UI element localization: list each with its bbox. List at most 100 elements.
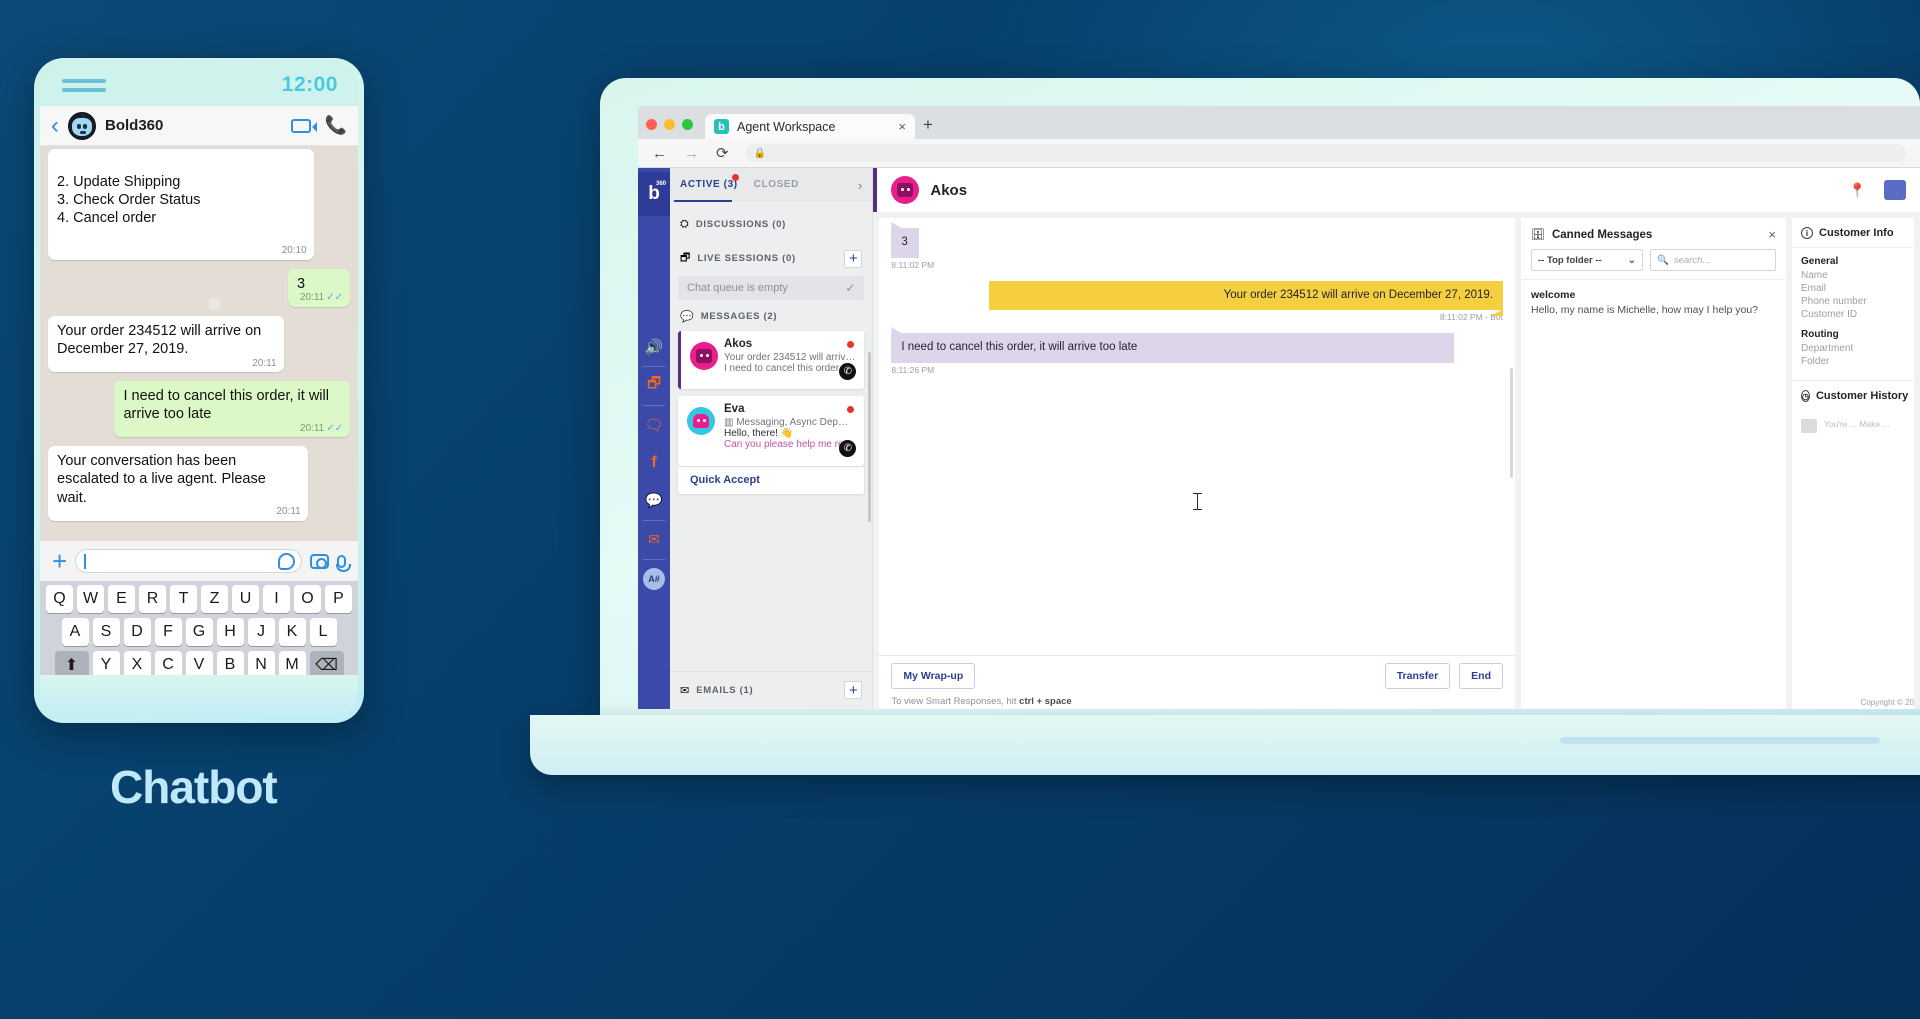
bubble-time: 20:11 ✓✓ bbox=[299, 422, 343, 434]
message-input[interactable] bbox=[75, 549, 302, 573]
message-time: 8:11:02 PM bbox=[891, 259, 935, 270]
key[interactable]: Z bbox=[201, 585, 228, 613]
microphone-icon[interactable] bbox=[336, 554, 351, 572]
forward-icon[interactable]: → bbox=[684, 145, 699, 162]
browser-tab[interactable]: b Agent Workspace × bbox=[705, 114, 915, 139]
key[interactable]: E bbox=[108, 585, 135, 613]
key[interactable]: U bbox=[232, 585, 259, 613]
key[interactable]: S bbox=[92, 618, 120, 646]
bubble-text: Your conversation has been escalated to … bbox=[57, 453, 266, 506]
close-icon[interactable]: × bbox=[1768, 227, 1776, 242]
sticker-icon[interactable] bbox=[278, 552, 295, 570]
pin-icon[interactable]: 📍 bbox=[1849, 182, 1866, 199]
close-window-button[interactable] bbox=[646, 119, 657, 130]
list-item[interactable]: Akos Your order 234512 will arriv… I nee… bbox=[678, 331, 865, 389]
chat-header: ‹ Bold360 📞 bbox=[40, 106, 358, 146]
message-composer: + bbox=[40, 541, 358, 581]
chevron-down-icon: ⌄ bbox=[1627, 254, 1636, 266]
chat-invite-icon[interactable]: 🗨 bbox=[638, 406, 670, 444]
info-icon: i bbox=[1801, 227, 1813, 239]
new-tab-button[interactable]: + bbox=[923, 115, 933, 139]
customer-info-header[interactable]: i Customer Info bbox=[1792, 218, 1914, 248]
video-call-icon[interactable] bbox=[290, 118, 317, 133]
section-live-sessions[interactable]: 🗗 LIVE SESSIONS (0) + bbox=[678, 239, 864, 276]
list-item[interactable]: Eva ▥ Messaging, Async Dep… Hello, there… bbox=[678, 396, 865, 466]
canned-title: welcome bbox=[1531, 289, 1576, 301]
chat-windows-icon[interactable]: 🗗 bbox=[638, 367, 670, 405]
section-discussions[interactable]: ⛭ DISCUSSIONS (0) bbox=[678, 208, 864, 239]
close-icon[interactable]: × bbox=[898, 119, 906, 134]
phone-mockup: 12:00 ‹ Bold360 📞 2. Update Shipping 3. … bbox=[34, 58, 364, 723]
key[interactable]: Q bbox=[46, 585, 73, 613]
discussions-icon: ⛭ bbox=[680, 218, 689, 230]
hamburger-icon[interactable] bbox=[62, 74, 106, 97]
back-chevron-icon[interactable]: ‹ bbox=[51, 113, 59, 138]
history-note-text: You're ... Make ... bbox=[1824, 419, 1890, 429]
key[interactable]: K bbox=[278, 618, 306, 646]
conversation-department: ▥ Messaging, Async Dep… bbox=[724, 417, 848, 428]
add-email-button[interactable]: + bbox=[844, 681, 863, 699]
scrollbar[interactable] bbox=[1510, 368, 1513, 478]
key[interactable]: A bbox=[61, 618, 89, 646]
transfer-button[interactable]: Transfer bbox=[1384, 663, 1451, 689]
notes-icon[interactable] bbox=[1884, 180, 1906, 200]
bubble-time: 20:11 ✓✓ bbox=[299, 292, 343, 304]
end-button[interactable]: End bbox=[1459, 663, 1503, 689]
reload-icon[interactable]: ⟳ bbox=[716, 144, 729, 162]
camera-icon[interactable] bbox=[310, 553, 329, 569]
live-sessions-icon: 🗗 bbox=[680, 252, 691, 264]
address-bar[interactable]: 🔒 bbox=[745, 144, 1906, 162]
key[interactable]: H bbox=[216, 618, 244, 646]
avatar bbox=[687, 407, 715, 435]
tab-active[interactable]: ACTIVE (3) bbox=[680, 179, 738, 192]
laptop-mockup: b Agent Workspace × + ← → ⟳ 🔒 b 360 🔊 🗗 … bbox=[530, 78, 1920, 775]
tab-closed[interactable]: CLOSED bbox=[754, 179, 799, 192]
speaker-icon[interactable]: 🔊 bbox=[638, 328, 670, 366]
minimize-window-button[interactable] bbox=[664, 119, 675, 130]
key[interactable]: J bbox=[247, 618, 275, 646]
scrollbar[interactable] bbox=[868, 352, 872, 522]
quick-accept-button[interactable]: Quick Accept bbox=[678, 466, 865, 494]
maximize-window-button[interactable] bbox=[682, 119, 693, 130]
key[interactable]: D bbox=[123, 618, 151, 646]
conversation-header: Akos 📍 bbox=[873, 168, 1920, 212]
text-cursor bbox=[1193, 492, 1203, 510]
attach-plus-icon[interactable]: + bbox=[52, 548, 67, 574]
my-wrap-up-button[interactable]: My Wrap-up bbox=[891, 663, 976, 689]
add-live-session-button[interactable]: + bbox=[844, 249, 863, 268]
bubble-time: 20:11 bbox=[252, 357, 277, 369]
message-text: Your order 234512 will arrive on Decembe… bbox=[1223, 288, 1493, 301]
chevron-right-icon[interactable]: › bbox=[858, 178, 862, 193]
key[interactable]: T bbox=[170, 585, 197, 613]
facebook-icon[interactable]: f bbox=[638, 444, 670, 482]
email-icon[interactable]: ✉ bbox=[638, 521, 670, 559]
message-icon[interactable]: 💬 bbox=[638, 482, 670, 520]
group-title: Routing bbox=[1801, 329, 1839, 340]
key[interactable]: W bbox=[77, 585, 104, 613]
key[interactable]: I bbox=[263, 585, 290, 613]
chat-bubble: Your conversation has been escalated to … bbox=[48, 446, 308, 521]
avatar bbox=[68, 111, 96, 140]
list-item[interactable]: welcome Hello, my name is Michelle, how … bbox=[1531, 289, 1776, 316]
key[interactable]: O bbox=[294, 585, 321, 613]
user-avatar[interactable]: A# bbox=[643, 567, 665, 590]
avatar bbox=[690, 342, 718, 370]
folder-select[interactable]: -- Top folder -- ⌄ bbox=[1531, 249, 1643, 271]
section-messages[interactable]: 💬 MESSAGES (2) bbox=[678, 300, 864, 331]
conversation-pane: Akos 📍 3 8:11:02 PM Your order 234512 wi… bbox=[873, 168, 1920, 709]
panel-footer: ✉ EMAILS (1) + bbox=[670, 671, 873, 709]
chat-bubble: 2. Update Shipping 3. Check Order Status… bbox=[48, 149, 314, 260]
field-label: Department bbox=[1801, 343, 1854, 354]
key[interactable]: F bbox=[154, 618, 182, 646]
section-emails[interactable]: ✉ EMAILS (1) + bbox=[670, 672, 872, 709]
status-time: 12:00 bbox=[281, 73, 338, 96]
canned-search-input[interactable]: 🔍 search... bbox=[1650, 249, 1776, 271]
customer-history-header[interactable]: ◷ Customer History bbox=[1792, 380, 1914, 410]
key[interactable]: L bbox=[309, 618, 337, 646]
key[interactable]: P bbox=[325, 585, 352, 613]
key[interactable]: G bbox=[185, 618, 213, 646]
field-label: Customer ID bbox=[1801, 309, 1858, 320]
phone-call-icon[interactable]: 📞 bbox=[325, 115, 347, 136]
back-icon[interactable]: ← bbox=[652, 145, 667, 162]
key[interactable]: R bbox=[139, 585, 166, 613]
